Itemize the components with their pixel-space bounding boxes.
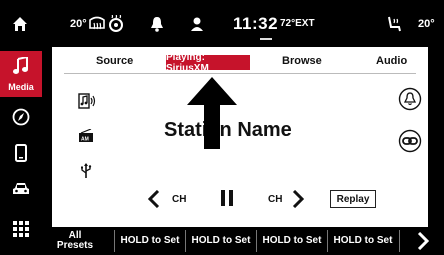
clock-indicator xyxy=(260,38,272,40)
preset-2-button[interactable]: HOLD to Set xyxy=(186,227,256,255)
link-icon[interactable] xyxy=(398,129,422,158)
sidebar-item-apps[interactable] xyxy=(0,215,42,247)
sidebar-item-media[interactable]: Media xyxy=(0,51,42,97)
usb-icon[interactable] xyxy=(80,163,92,184)
left-temp[interactable]: 20° xyxy=(70,0,87,47)
svg-text:AM: AM xyxy=(81,137,89,143)
bell-icon[interactable] xyxy=(150,0,164,47)
phone-icon xyxy=(15,143,27,167)
music-note-icon xyxy=(13,55,29,80)
driver-profile-icon[interactable] xyxy=(190,0,204,47)
tab-playing[interactable]: Playing: SiriusXM xyxy=(166,52,250,74)
preset-4-button[interactable]: HOLD to Set xyxy=(328,227,398,255)
sidebar-item-phone[interactable] xyxy=(0,139,42,171)
sidebar-item-navigation[interactable] xyxy=(0,103,42,135)
status-bar: 20° 11:32 72°EXT 20° xyxy=(0,0,444,47)
all-presets-button[interactable]: All Presets xyxy=(42,227,108,255)
channel-next-label[interactable]: CH xyxy=(268,194,282,205)
chevron-left-icon[interactable] xyxy=(147,189,160,213)
preset-bar: All Presets HOLD to Set HOLD to Set HOLD… xyxy=(42,227,444,255)
arrow-up-icon xyxy=(187,77,237,154)
chevron-right-icon[interactable] xyxy=(417,231,430,255)
sidebar-item-vehicle[interactable] xyxy=(0,175,42,207)
sidebar: Media xyxy=(0,47,42,255)
media-panel: Source Playing: SiriusXM Browse Audio AM… xyxy=(52,47,428,227)
all-presets-line2: Presets xyxy=(56,240,94,251)
home-icon[interactable] xyxy=(12,0,28,47)
seat-heat-icon[interactable] xyxy=(385,0,403,47)
chevron-right-icon[interactable] xyxy=(292,189,305,213)
compass-icon xyxy=(12,108,30,131)
pause-icon[interactable] xyxy=(220,189,234,212)
tab-browse[interactable]: Browse xyxy=(282,55,322,67)
radio-icon[interactable]: AM xyxy=(78,128,94,148)
car-icon xyxy=(12,182,30,201)
tab-audio[interactable]: Audio xyxy=(376,55,407,67)
channel-prev-label[interactable]: CH xyxy=(172,194,186,205)
outside-temp: 72°EXT xyxy=(280,18,315,29)
music-info-icon[interactable] xyxy=(78,93,96,114)
tab-source[interactable]: Source xyxy=(96,55,133,67)
tab-divider xyxy=(64,73,416,74)
right-temp[interactable]: 20° xyxy=(418,0,435,47)
preset-1-button[interactable]: HOLD to Set xyxy=(116,227,184,255)
alert-bell-icon[interactable] xyxy=(398,87,422,116)
sidebar-item-label: Media xyxy=(8,81,34,92)
preset-divider xyxy=(399,230,400,252)
steering-wheel-heat-icon[interactable] xyxy=(107,0,125,47)
replay-button[interactable]: Replay xyxy=(330,190,376,208)
grid-icon xyxy=(13,220,29,242)
preset-divider xyxy=(114,230,115,252)
rear-defrost-icon[interactable] xyxy=(88,0,106,47)
preset-3-button[interactable]: HOLD to Set xyxy=(257,227,327,255)
